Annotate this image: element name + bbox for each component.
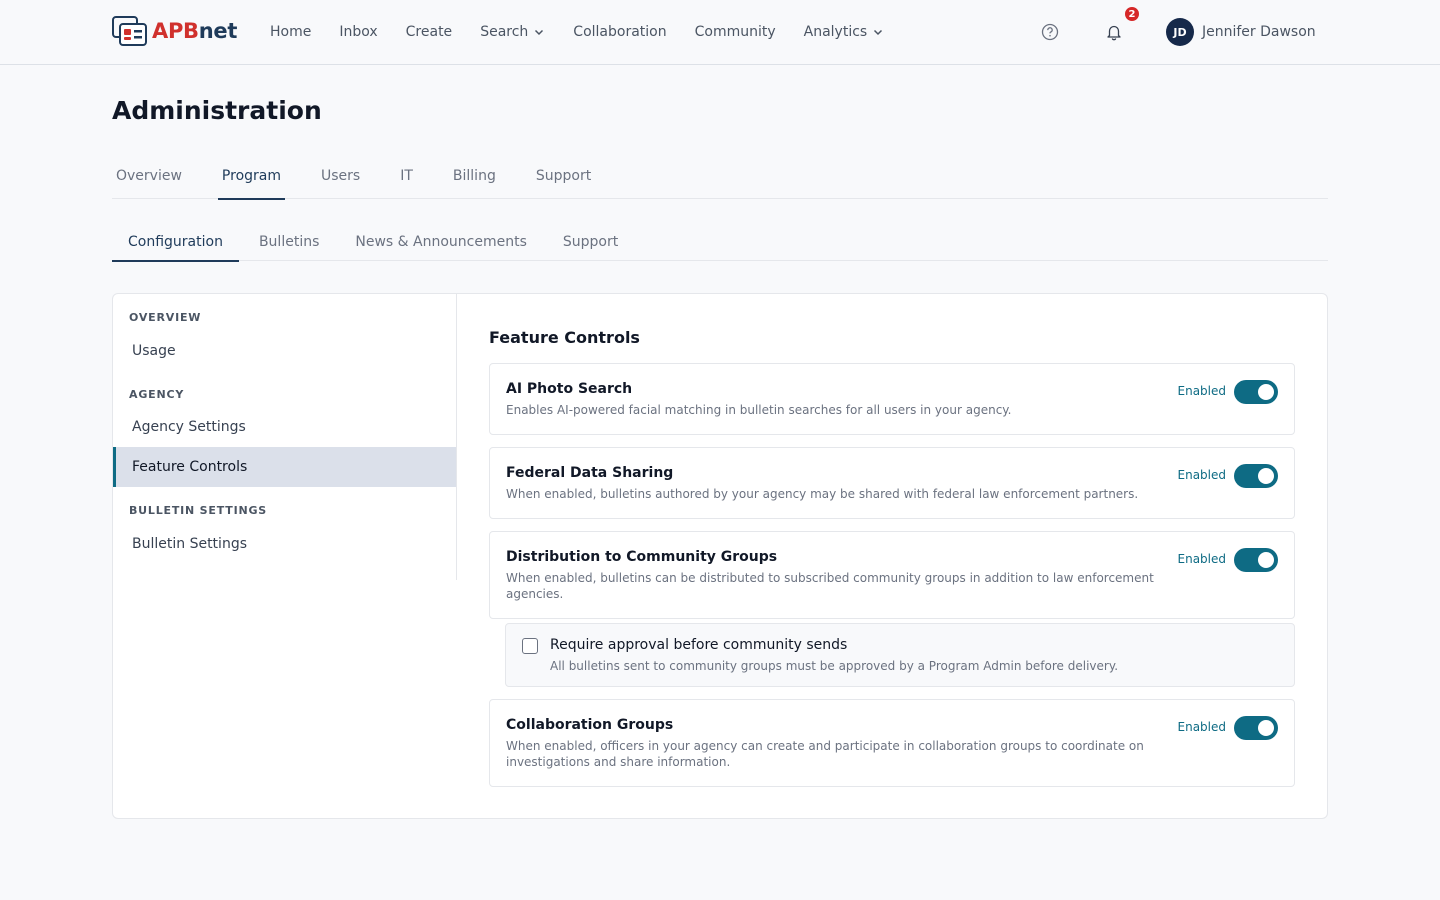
feature-status: Enabled [1177, 468, 1227, 482]
tab-users[interactable]: Users [317, 153, 364, 199]
chevron-down-icon [872, 26, 884, 38]
avatar: JD [1166, 18, 1194, 46]
require-approval-checkbox[interactable] [522, 638, 538, 654]
federal-data-sharing-toggle[interactable] [1234, 464, 1278, 488]
feature-title: Collaboration Groups [506, 717, 674, 733]
toggle-knob [1258, 720, 1274, 736]
page-title: Administration [112, 96, 322, 125]
collaboration-groups-toggle[interactable] [1234, 716, 1278, 740]
ai-photo-search-toggle[interactable] [1234, 380, 1278, 404]
logo-icon [112, 15, 148, 47]
settings-sidebar: OVERVIEW Usage AGENCY Agency Settings Fe… [113, 294, 457, 580]
apbnet-logo[interactable]: APBnet [112, 15, 237, 47]
nav-community[interactable]: Community [681, 0, 790, 64]
chevron-down-icon [533, 26, 545, 38]
feature-status: Enabled [1177, 552, 1227, 566]
tab-billing[interactable]: Billing [449, 153, 500, 199]
section-title: Feature Controls [489, 328, 640, 347]
toggle-knob [1258, 384, 1274, 400]
tab-news-announcements[interactable]: News & Announcements [339, 222, 543, 261]
logo-text: APBnet [152, 19, 238, 43]
feature-title: Federal Data Sharing [506, 465, 674, 481]
feature-card-federal-data-sharing: Federal Data Sharing When enabled, bulle… [489, 447, 1295, 519]
feature-card-collaboration-groups: Collaboration Groups When enabled, offic… [489, 699, 1295, 787]
tab-program[interactable]: Program [217, 153, 286, 200]
feature-description: Enables AI-powered facial matching in bu… [506, 403, 1012, 417]
feature-description: When enabled, officers in your agency ca… [506, 739, 1144, 769]
feature-description: When enabled, bulletins can be distribut… [506, 571, 1154, 601]
nav-collaboration[interactable]: Collaboration [559, 0, 680, 64]
sub-option-description: All bulletins sent to community groups m… [550, 659, 1119, 673]
sidebar-item-usage[interactable]: Usage [113, 331, 456, 371]
toggle-knob [1258, 552, 1274, 568]
secondary-tabs: Configuration Bulletins News & Announcem… [112, 222, 1328, 262]
nav-home[interactable]: Home [256, 0, 325, 64]
nav-inbox[interactable]: Inbox [325, 0, 391, 64]
tab-it[interactable]: IT [396, 153, 417, 199]
tab-overview[interactable]: Overview [112, 153, 186, 199]
sidebar-item-bulletin-settings[interactable]: Bulletin Settings [113, 524, 456, 564]
feature-card-community-distribution: Distribution to Community Groups When en… [489, 531, 1295, 619]
settings-card: OVERVIEW Usage AGENCY Agency Settings Fe… [112, 293, 1328, 819]
feature-title: Distribution to Community Groups [506, 549, 778, 565]
tab-support-sub[interactable]: Support [547, 222, 634, 261]
help-icon[interactable] [1038, 20, 1062, 44]
tab-configuration[interactable]: Configuration [112, 222, 239, 262]
approval-sub-option: Require approval before community sends … [505, 623, 1295, 687]
feature-status: Enabled [1177, 384, 1227, 398]
nav-create[interactable]: Create [392, 0, 467, 64]
feature-description: When enabled, bulletins authored by your… [506, 487, 1139, 501]
sidebar-heading-bulletin-settings: BULLETIN SETTINGS [129, 504, 268, 517]
user-name: Jennifer Dawson [1202, 24, 1316, 40]
nav-analytics[interactable]: Analytics [790, 0, 899, 64]
community-distribution-toggle[interactable] [1234, 548, 1278, 572]
notification-badge: 2 [1123, 5, 1141, 23]
feature-card-ai-photo-search: AI Photo Search Enables AI-powered facia… [489, 363, 1295, 435]
tab-support[interactable]: Support [532, 153, 595, 199]
sidebar-heading-agency: AGENCY [129, 388, 185, 401]
toggle-knob [1258, 468, 1274, 484]
feature-status: Enabled [1177, 720, 1227, 734]
primary-tabs: Overview Program Users IT Billing Suppor… [112, 153, 1328, 200]
sidebar-item-agency-settings[interactable]: Agency Settings [113, 407, 456, 447]
user-menu[interactable]: JD Jennifer Dawson [1166, 18, 1316, 46]
sidebar-item-feature-controls[interactable]: Feature Controls [113, 447, 456, 487]
sidebar-heading-overview: OVERVIEW [129, 311, 202, 324]
nav-search[interactable]: Search [466, 0, 559, 64]
sub-option-label: Require approval before community sends [550, 637, 848, 653]
feature-title: AI Photo Search [506, 381, 633, 397]
tab-bulletins[interactable]: Bulletins [243, 222, 335, 261]
top-navigation-bar: APBnet Home Inbox Create Search Collabor… [0, 0, 1440, 65]
main-nav: Home Inbox Create Search Collaboration C… [256, 0, 898, 64]
bell-icon[interactable] [1102, 20, 1126, 44]
